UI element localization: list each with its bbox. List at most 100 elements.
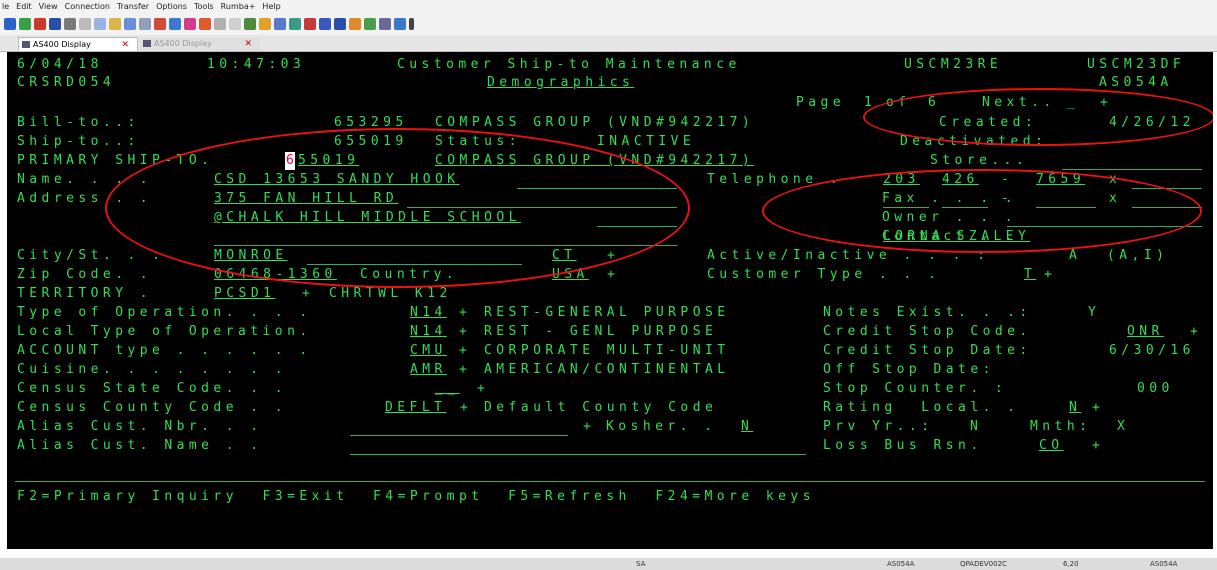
record-icon[interactable] [229,18,241,30]
menu-edit[interactable]: Edit [14,0,37,13]
tab-as400-display-2[interactable]: AS400 Display ✕ [140,37,260,51]
alias-cust-name-label: Alias Cust. Name . . [17,438,263,453]
cuisine-input[interactable]: AMR [410,361,447,379]
customer-type-input[interactable]: T [1024,266,1036,284]
tab-as400-display-1[interactable]: AS400 Display ✕ [18,37,138,51]
status-host: QPADEV002C [960,560,1007,568]
menu-connection[interactable]: Connection [63,0,115,13]
local-operation-type-prompt[interactable]: + [459,323,471,341]
menu-tools[interactable]: Tools [192,0,219,13]
close-icon[interactable]: ✕ [121,38,129,52]
loss-bus-rsn-prompt[interactable]: + [1092,437,1104,455]
local-operation-type-desc: REST - GENL PURPOSE [484,324,718,339]
local-operation-type-label: Local Type of Operation. [17,324,312,339]
ship-to-label: Ship-to..: [17,134,140,149]
rating-local-input[interactable]: N [1069,399,1081,417]
operation-type-prompt[interactable]: + [459,304,471,322]
disconnect-icon[interactable] [34,18,46,30]
prv-yr-value: N [970,419,983,434]
download-icon[interactable] [184,18,196,30]
window-icon[interactable] [394,18,406,30]
mnth-value: X [1117,419,1130,434]
kosher-input[interactable]: N [741,418,753,436]
terminal-icon [143,40,151,47]
play-icon[interactable] [214,18,226,30]
save-icon[interactable] [49,18,61,30]
zoom-icon[interactable] [379,18,391,30]
prv-yr-label: Prv Yr..: [823,419,934,434]
transfer-icon[interactable] [154,18,166,30]
menu-view[interactable]: View [37,0,63,13]
customer-type-prompt[interactable]: + [1044,266,1056,284]
off-stop-date-label: Off Stop Date: [823,362,995,377]
cuisine-prompt[interactable]: + [459,361,471,379]
function-keys[interactable]: F2=Primary Inquiry F3=Exit F4=Prompt F5=… [17,488,815,506]
territory-input[interactable]: PCSD1 [214,285,275,303]
settings-icon[interactable] [139,18,151,30]
census-county-prompt[interactable]: + [460,399,472,417]
highlight-circle-contact [762,169,1202,253]
tool-icon[interactable] [364,18,376,30]
keyboard-icon[interactable] [244,18,256,30]
operation-type-input[interactable]: N14 [410,304,447,322]
store-input[interactable] [1062,169,1202,170]
alias-cust-nbr-label: Alias Cust. Nbr. . . [17,419,263,434]
macro-icon[interactable] [199,18,211,30]
cut-icon[interactable] [79,18,91,30]
credit-stop-code-input[interactable]: ONR [1127,323,1164,341]
rating-local-prompt[interactable]: + [1092,399,1104,417]
menu-file[interactable]: le [0,0,14,13]
grid-icon[interactable] [289,18,301,30]
territory-prompt[interactable]: + [302,285,314,303]
alias-cust-nbr-input[interactable] [350,435,568,436]
copy-icon[interactable] [94,18,106,30]
tab-label: AS400 Display [154,39,212,48]
font-icon[interactable] [274,18,286,30]
menu-transfer[interactable]: Transfer [115,0,154,13]
device-id: AS054A [1099,75,1173,90]
operation-type-label: Type of Operation. . . . [17,305,312,320]
local-operation-type-input[interactable]: N14 [410,323,447,341]
census-state-prompt[interactable]: + [477,380,489,398]
credit-stop-code-label: Credit Stop Code. [823,324,1032,339]
screen-date: 6/04/18 [17,57,103,72]
alias-cust-name-input[interactable] [350,454,806,455]
close-icon[interactable]: ✕ [244,37,252,51]
menu-options[interactable]: Options [154,0,192,13]
notes-exist-value: Y [1088,305,1101,320]
census-county-input[interactable]: DEFLT [385,399,446,417]
account-type-prompt[interactable]: + [459,342,471,360]
screen-subtitle: Demographics [487,75,635,90]
terminal-screen[interactable]: 6/04/18 10:47:03 Customer Ship-to Mainte… [7,52,1213,549]
account-type-label: ACCOUNT type . . . . . . [17,343,312,358]
paste-icon[interactable] [109,18,121,30]
upload-icon[interactable] [169,18,181,30]
menu-help[interactable]: Help [260,0,285,13]
census-county-desc: Default County Code [484,400,718,415]
active-inactive-value[interactable]: A [1069,247,1081,265]
cuisine-desc: AMERICAN/CONTINENTAL [484,362,730,377]
color-icon[interactable] [259,18,271,30]
connect-icon[interactable] [19,18,31,30]
help-icon[interactable] [334,18,346,30]
census-county-label: Census County Code . . [17,400,288,415]
stop-counter-value: 000 [1137,381,1174,396]
undo-icon[interactable] [124,18,136,30]
kosher-label: Kosher. . [606,419,717,434]
alias-cust-nbr-prompt[interactable]: + [583,418,595,436]
hotspot-icon[interactable] [304,18,316,30]
country-prompt[interactable]: + [607,266,619,284]
screen-time: 10:47:03 [207,57,306,72]
print-icon[interactable] [64,18,76,30]
territory-label: TERRITORY . [17,286,153,301]
new-session-icon[interactable] [4,18,16,30]
store-label: Store... [930,153,1029,168]
menu-rumba[interactable]: Rumba+ [219,0,261,13]
credit-stop-code-prompt[interactable]: + [1190,323,1202,341]
account-type-input[interactable]: CMU [410,342,447,360]
loss-bus-rsn-input[interactable]: CO [1039,437,1064,455]
info-icon[interactable] [349,18,361,30]
dropdown-icon[interactable] [409,18,414,30]
file-transfer-icon[interactable] [319,18,331,30]
census-state-input[interactable]: __ [435,380,460,398]
